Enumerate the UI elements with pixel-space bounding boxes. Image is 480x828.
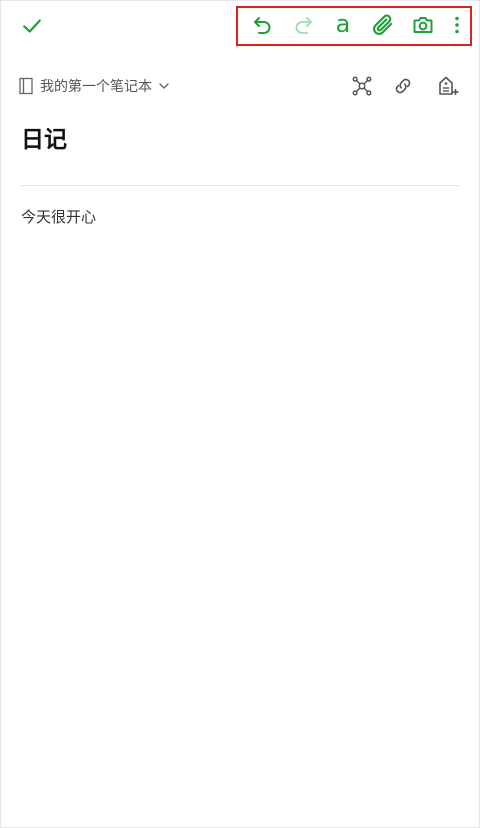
note-title[interactable]: 日记 [21,120,67,154]
done-check-icon[interactable] [18,12,46,40]
more-vertical-icon[interactable] [443,11,471,39]
undo-icon[interactable] [249,11,277,39]
chevron-down-icon [159,83,169,89]
notebook-name: 我的第一个笔记本 [40,79,152,95]
title-divider [20,185,460,186]
text-format-button[interactable]: a [329,11,357,39]
redo-icon[interactable] [289,11,317,39]
paperclip-icon[interactable] [369,11,397,39]
note-body[interactable]: 今天很开心 [21,206,96,227]
top-toolbar: a [0,0,480,52]
notebook-selector[interactable]: 我的第一个笔记本 [18,72,170,100]
camera-icon[interactable] [409,11,437,39]
link-icon[interactable] [389,72,417,100]
graph-icon[interactable] [348,72,376,100]
add-tag-icon[interactable] [434,72,462,100]
text-format-icon: a [335,9,351,38]
app-frame [0,0,480,828]
notebook-icon [19,77,33,95]
